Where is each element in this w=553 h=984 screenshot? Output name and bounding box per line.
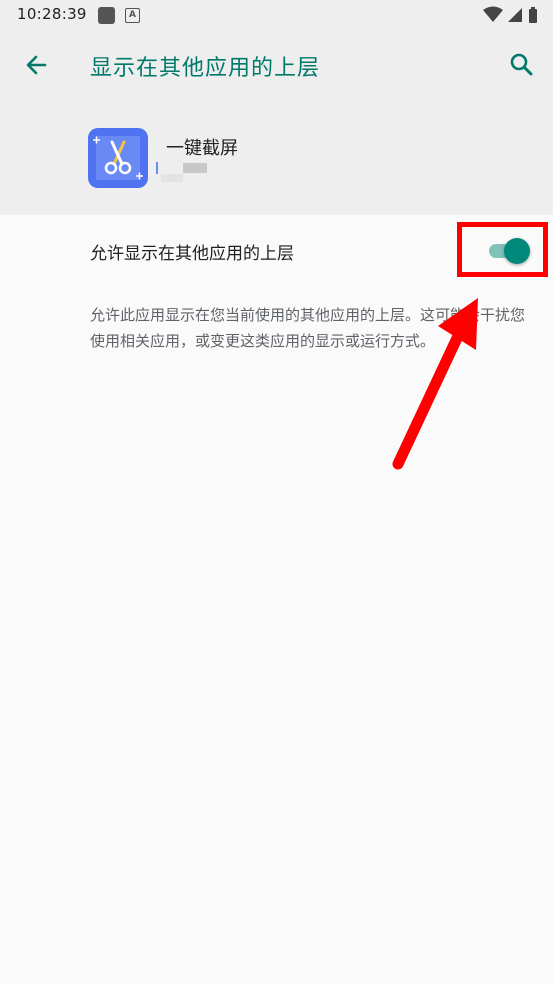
app-bar: 显示在其他应用的上层 bbox=[0, 30, 553, 100]
app-name: 一键截屏 bbox=[166, 138, 238, 159]
search-icon bbox=[510, 53, 533, 76]
status-bar: 10:28:39 A bbox=[0, 0, 553, 30]
redaction-mark bbox=[156, 162, 158, 174]
setting-row-overlay[interactable]: 允许显示在其他应用的上层 bbox=[0, 215, 553, 287]
setting-label: 允许显示在其他应用的上层 bbox=[90, 244, 294, 264]
redaction-mark bbox=[161, 174, 183, 182]
setting-description: 允许此应用显示在您当前使用的其他应用的上层。这可能会干扰您使用相关应用，或变更这… bbox=[90, 306, 526, 350]
notification-app-icon bbox=[98, 7, 115, 24]
toggle-thumb bbox=[504, 238, 530, 264]
back-button[interactable] bbox=[18, 48, 54, 84]
app-icon bbox=[88, 128, 148, 188]
scissors-screenshot-icon bbox=[93, 136, 143, 180]
search-button[interactable] bbox=[505, 48, 539, 82]
signal-icon bbox=[508, 8, 522, 22]
notification-a-icon: A bbox=[125, 8, 140, 23]
app-version-redacted bbox=[156, 160, 216, 182]
overlay-toggle-switch[interactable] bbox=[487, 236, 531, 266]
page-title: 显示在其他应用的上层 bbox=[90, 56, 321, 81]
battery-icon bbox=[529, 7, 537, 23]
redaction-mark bbox=[183, 163, 207, 173]
status-icons bbox=[483, 6, 537, 23]
arrow-left-icon bbox=[26, 55, 47, 75]
status-time: 10:28:39 bbox=[17, 5, 87, 23]
app-header: 一键截屏 bbox=[0, 100, 553, 215]
wifi-icon bbox=[483, 6, 503, 22]
